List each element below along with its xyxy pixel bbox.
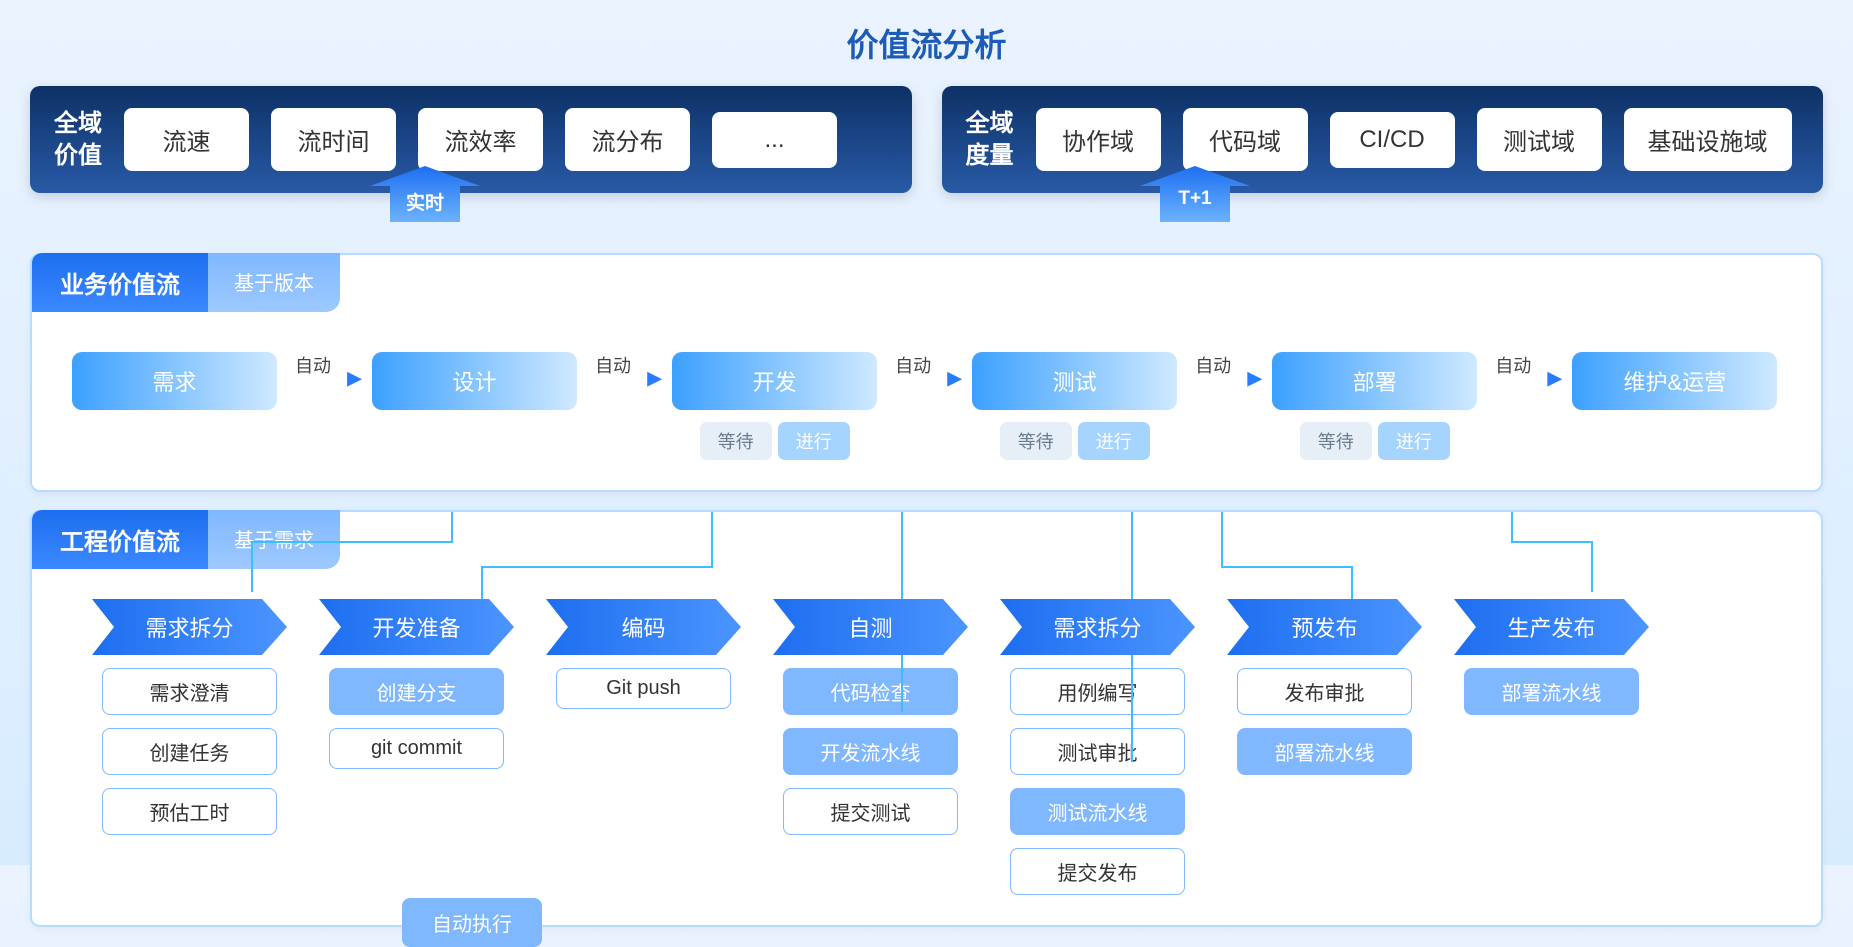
- stage-pill: 开发: [672, 352, 877, 410]
- auto-label: 自动: [1495, 352, 1531, 378]
- chevron-需求拆分: 需求拆分: [92, 599, 287, 655]
- chevron-编码: 编码: [546, 599, 741, 655]
- substate-wait: 等待: [1300, 422, 1372, 460]
- task-需求澄清: 需求澄清: [102, 668, 277, 715]
- chevron-自测: 自测: [773, 599, 968, 655]
- stage-测试: 测试等待进行: [972, 352, 1177, 460]
- chip-flowspeed: 流速: [124, 108, 249, 171]
- task-提交发布: 提交发布: [1010, 848, 1185, 895]
- engineering-grid: 需求拆分需求澄清创建任务预估工时 开发准备创建分支 git commit 编码 Git …: [62, 599, 1791, 895]
- stage-arrow-icon: ▸: [1247, 352, 1262, 395]
- eng-col-编码: 编码 Git push: [546, 599, 741, 709]
- stage-部署: 部署等待进行: [1272, 352, 1477, 460]
- chevron-label: 编码: [621, 611, 665, 643]
- eng-col-自测: 自测代码检查开发流水线提交测试: [773, 599, 968, 835]
- arrow-realtime: 实时: [370, 166, 480, 222]
- business-stream-panel: 业务价值流 基于版本 需求自动▸设计自动▸开发等待进行自动▸测试等待进行自动▸部…: [30, 253, 1823, 492]
- stage-pill: 维护&运营: [1572, 352, 1777, 410]
- task-测试审批: 测试审批: [1010, 728, 1185, 775]
- chevron-label: 需求拆分: [1053, 611, 1141, 643]
- chevron-label: 开发准备: [372, 611, 460, 643]
- stage-substates: 等待进行: [1000, 422, 1150, 460]
- task-发布审批: 发布审批: [1237, 668, 1412, 715]
- chip-collab: 协作域: [1036, 108, 1161, 171]
- auto-label: 自动: [1195, 352, 1231, 378]
- eng-col-开发准备: 开发准备创建分支 git commit: [319, 599, 514, 769]
- chevron-需求拆分: 需求拆分: [1000, 599, 1195, 655]
- chevron-生产发布: 生产发布: [1454, 599, 1649, 655]
- stage-维护&运营: 维护&运营: [1572, 352, 1777, 410]
- arrow-t1: T+1: [1140, 166, 1250, 222]
- top-row: 全域 价值 流速 流时间 流效率 流分布 ... 全域 度量 协作域 代码域 C…: [30, 86, 1823, 193]
- stage-substates: 等待进行: [700, 422, 850, 460]
- chip-more: ...: [712, 112, 837, 168]
- global-metric-label: 全域 度量: [966, 108, 1014, 170]
- global-value-label: 全域 价值: [54, 108, 102, 170]
- stage-pill: 部署: [1272, 352, 1477, 410]
- business-stream-title: 业务价值流: [32, 253, 208, 312]
- business-stream-header: 业务价值流 基于版本: [32, 253, 1791, 312]
- task-开发流水线: 开发流水线: [783, 728, 958, 775]
- stage-arrow-icon: ▸: [647, 352, 662, 395]
- engineering-stream-header: 工程价值流 基于需求: [32, 510, 1791, 569]
- engineering-stream-sub: 基于需求: [208, 510, 340, 569]
- task-部署流水线: 部署流水线: [1237, 728, 1412, 775]
- eng-col-需求拆分: 需求拆分需求澄清创建任务预估工时: [92, 599, 287, 835]
- substate-wait: 等待: [1000, 422, 1072, 460]
- task-创建分支: 创建分支: [329, 668, 504, 715]
- global-metric-panel: 全域 度量 协作域 代码域 CI/CD 测试域 基础设施域: [942, 86, 1824, 193]
- task-Git push: Git push: [556, 668, 731, 709]
- substate-going: 进行: [778, 422, 850, 460]
- eng-col-生产发布: 生产发布部署流水线: [1454, 599, 1649, 715]
- arrow-t1-label: T+1: [1140, 188, 1250, 210]
- task-用例编写: 用例编写: [1010, 668, 1185, 715]
- stage-substates: 等待进行: [1300, 422, 1450, 460]
- stage-arrow-icon: ▸: [1547, 352, 1562, 395]
- chip-test: 测试域: [1477, 108, 1602, 171]
- stage-设计: 设计: [372, 352, 577, 410]
- business-stages-row: 需求自动▸设计自动▸开发等待进行自动▸测试等待进行自动▸部署等待进行自动▸维护&…: [62, 352, 1791, 460]
- stage-pill: 测试: [972, 352, 1177, 410]
- engineering-stream-title: 工程价值流: [32, 510, 208, 569]
- chip-flowdist: 流分布: [565, 108, 690, 171]
- arrow-realtime-label: 实时: [370, 188, 480, 215]
- legend-auto-exec: 自动执行: [402, 898, 542, 947]
- chevron-label: 自测: [848, 611, 892, 643]
- chip-flowefficiency: 流效率: [418, 108, 543, 171]
- chevron-label: 生产发布: [1507, 611, 1595, 643]
- task-部署流水线: 部署流水线: [1464, 668, 1639, 715]
- eng-col-预发布: 预发布发布审批部署流水线: [1227, 599, 1422, 775]
- stage-pill: 设计: [372, 352, 577, 410]
- business-stream-sub: 基于版本: [208, 253, 340, 312]
- stage-arrow-icon: ▸: [947, 352, 962, 395]
- chip-infra: 基础设施域: [1624, 108, 1792, 171]
- task-提交测试: 提交测试: [783, 788, 958, 835]
- chip-flowtime: 流时间: [271, 108, 396, 171]
- task-测试流水线: 测试流水线: [1010, 788, 1185, 835]
- stage-pill: 需求: [72, 352, 277, 410]
- engineering-stream-panel: 工程价值流 基于需求 需求拆分需求澄清创建任务预估工时 开发准备创建分支 git c…: [30, 510, 1823, 927]
- chip-cicd: CI/CD: [1330, 112, 1455, 168]
- chevron-label: 需求拆分: [145, 611, 233, 643]
- substate-going: 进行: [1078, 422, 1150, 460]
- stage-需求: 需求: [72, 352, 277, 410]
- auto-label: 自动: [295, 352, 331, 378]
- auto-label: 自动: [595, 352, 631, 378]
- stage-开发: 开发等待进行: [672, 352, 877, 460]
- chevron-预发布: 预发布: [1227, 599, 1422, 655]
- task-预估工时: 预估工时: [102, 788, 277, 835]
- task-创建任务: 创建任务: [102, 728, 277, 775]
- chevron-label: 预发布: [1291, 611, 1357, 643]
- substate-wait: 等待: [700, 422, 772, 460]
- task-代码检查: 代码检查: [783, 668, 958, 715]
- page-title: 价值流分析: [30, 20, 1823, 66]
- substate-going: 进行: [1378, 422, 1450, 460]
- stage-arrow-icon: ▸: [347, 352, 362, 395]
- chevron-开发准备: 开发准备: [319, 599, 514, 655]
- task-git commit: git commit: [329, 728, 504, 769]
- auto-label: 自动: [895, 352, 931, 378]
- eng-col-需求拆分: 需求拆分用例编写测试审批测试流水线提交发布: [1000, 599, 1195, 895]
- chip-code: 代码域: [1183, 108, 1308, 171]
